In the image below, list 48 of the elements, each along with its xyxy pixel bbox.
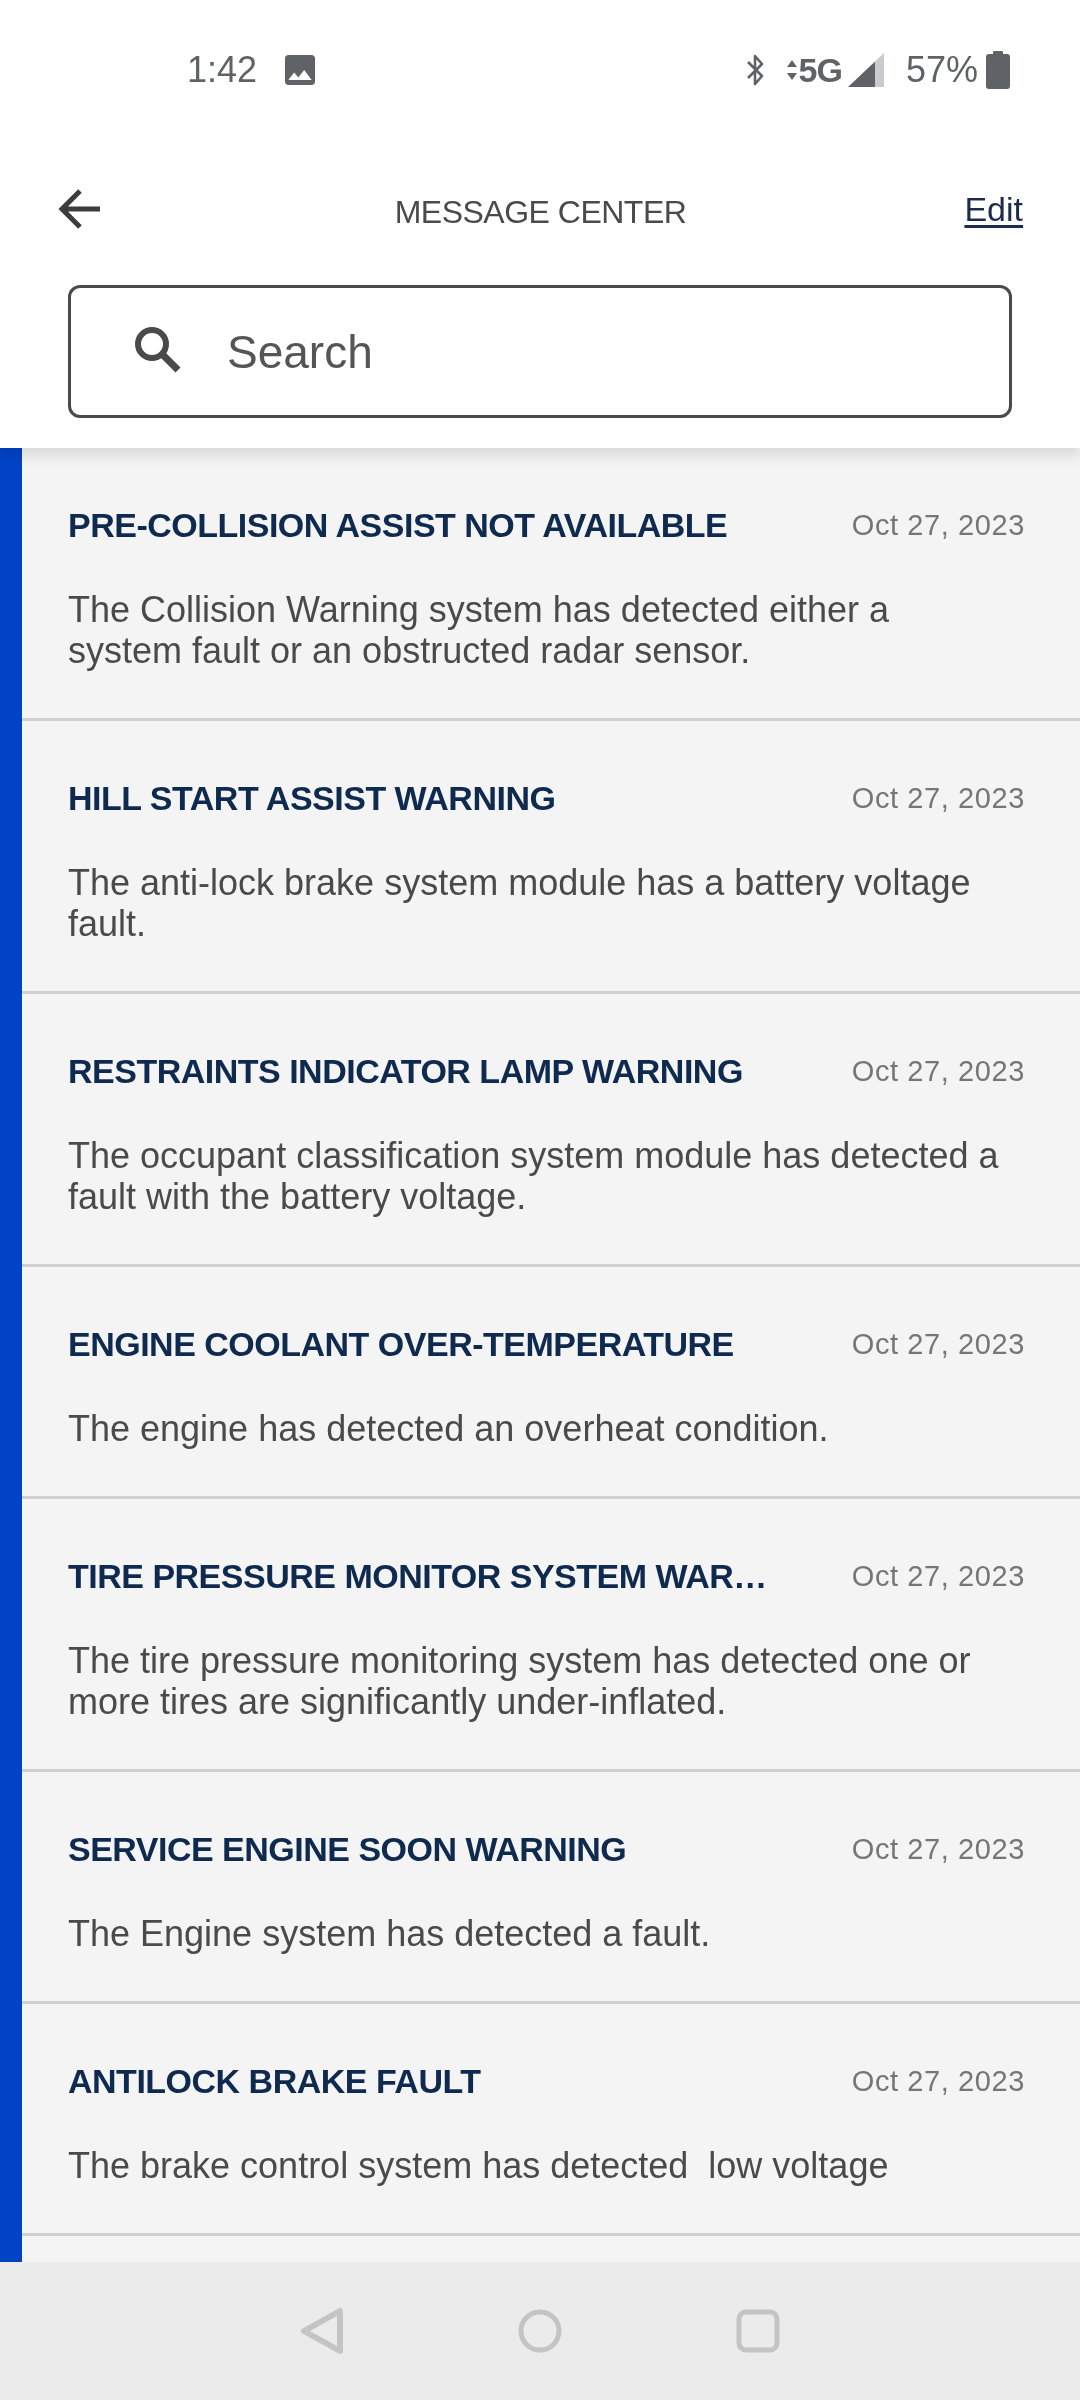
battery-percentage: 57% — [905, 52, 978, 88]
message-title: ENGINE COOLANT OVER-TEMPERATURE — [68, 1324, 734, 1364]
network-type: 5G — [798, 53, 842, 87]
search-field[interactable]: Search — [68, 285, 1012, 418]
message-row[interactable]: TIRE PRESSURE MONITOR SYSTEM WAR… Oct 27, 2023 The tire pressure monitoring system has detected one or more tires are significantly under-inflated. — [0, 1499, 1080, 1772]
message-row[interactable]: HILL START ASSIST WARNING Oct 27, 2023 The anti-lock brake system module has a battery voltage fault. — [0, 721, 1080, 994]
message-body: The engine has detected an overheat condition. — [68, 1408, 830, 1449]
home-circle-icon — [518, 2309, 562, 2353]
message-date: Oct 27, 2023 — [850, 1832, 1025, 1867]
message-body: The anti-lock brake system module has a battery voltage fault. — [68, 862, 972, 944]
message-date: Oct 27, 2023 — [850, 2064, 1025, 2099]
message-title: RESTRAINTS INDICATOR LAMP WARNING — [68, 1051, 743, 1091]
data-arrows-icon — [785, 58, 798, 82]
message-date: Oct 27, 2023 — [850, 1559, 1025, 1594]
back-button[interactable] — [58, 187, 102, 231]
message-date: Oct 27, 2023 — [850, 1054, 1025, 1089]
page-title: MESSAGE CENTER — [394, 193, 687, 228]
message-date: Oct 27, 2023 — [850, 781, 1025, 816]
message-row[interactable]: ENGINE COOLANT OVER-TEMPERATURE Oct 27, 2023 The engine has detected an overheat condition. — [0, 1267, 1080, 1499]
message-title: SERVICE ENGINE SOON WARNING — [68, 1829, 627, 1869]
recents-square-icon — [736, 2309, 780, 2353]
search-icon — [133, 325, 181, 373]
message-body: The Collision Warning system has detected either a system fault or an obstructed radar sensor. — [68, 589, 891, 671]
back-arrow-icon — [58, 187, 102, 231]
message-body: The occupant classification system module has detected a fault with the battery voltage. — [68, 1135, 1000, 1217]
edit-link[interactable]: Edit — [964, 192, 1023, 226]
message-title: HILL START ASSIST WARNING — [68, 778, 556, 818]
bluetooth-icon — [745, 53, 764, 87]
message-row[interactable]: PRE-COLLISION ASSIST NOT AVAILABLE Oct 27, 2023 The Collision Warning system has detected either a system fault or an obstructed radar sensor. — [0, 448, 1080, 721]
recents-button[interactable] — [736, 2309, 780, 2353]
message-body: The tire pressure monitoring system has detected one or more tires are significantly under-inflated. — [68, 1640, 972, 1722]
message-title: PRE-COLLISION ASSIST NOT AVAILABLE — [68, 505, 728, 545]
message-title: ANTILOCK BRAKE FAULT — [68, 2061, 481, 2101]
message-row[interactable]: ANTILOCK BRAKE FAULT Oct 27, 2023 The brake control system has detected low voltage — [0, 2004, 1080, 2236]
signal-icon — [847, 53, 884, 87]
triangle-back-icon — [300, 2307, 344, 2355]
battery-icon — [986, 51, 1010, 89]
message-date: Oct 27, 2023 — [850, 508, 1025, 543]
message-row[interactable]: RESTRAINTS INDICATOR LAMP WARNING Oct 27, 2023 The occupant classification system module has detected a fault with the battery voltage. — [0, 994, 1080, 1267]
message-row[interactable]: SERVICE ENGINE SOON WARNING Oct 27, 2023 The Engine system has detected a fault. — [0, 1772, 1080, 2004]
home-button[interactable] — [518, 2309, 562, 2353]
nav-back-button[interactable] — [300, 2307, 344, 2355]
message-title: TIRE PRESSURE MONITOR SYSTEM WAR… — [68, 1556, 767, 1596]
status-time: 1:42 — [187, 52, 258, 88]
image-icon — [285, 55, 316, 85]
message-date: Oct 27, 2023 — [850, 1327, 1025, 1362]
message-body: The brake control system has detected low voltage — [68, 2145, 890, 2186]
message-body: The Engine system has detected a fault. — [68, 1913, 712, 1954]
